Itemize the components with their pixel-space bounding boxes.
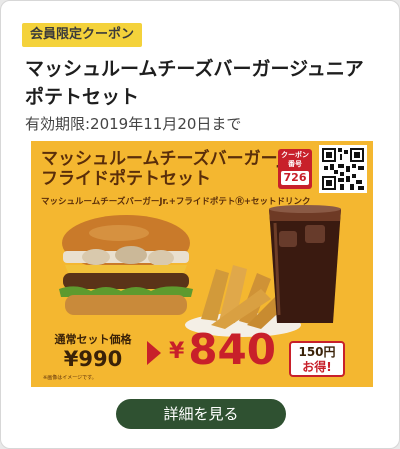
view-details-button[interactable]: 詳細を見る	[116, 399, 286, 429]
savings-word: お得!	[302, 360, 332, 374]
banner-title-line2: フライドポテトセット	[41, 169, 211, 189]
validity-date: 有効期限:2019年11月20日まで	[25, 115, 242, 133]
coupon-title: マッシュルームチーズバーガージュニアポテトセット	[25, 58, 364, 108]
coupon-number-box: クーポン番号 726	[278, 149, 312, 189]
coupon-price-value: 840	[188, 325, 276, 374]
qr-code-icon	[322, 148, 364, 190]
savings-amount: 150円	[298, 345, 336, 359]
drink-image	[269, 205, 341, 323]
members-only-badge: 会員限定クーポン	[22, 23, 143, 47]
burger-image	[59, 215, 193, 315]
normal-price: ¥990	[63, 347, 123, 371]
coupon-banner-image: マッシュルームチーズバーガーJr. フライドポテトセット マッシュルームチーズバ…	[31, 141, 373, 387]
coupon-card: 会員限定クーポン マッシュルームチーズバーガージュニアポテトセット 有効期限:2…	[0, 0, 400, 449]
yen-symbol: ¥	[169, 339, 185, 364]
banner-title-line1: マッシュルームチーズバーガーJr.	[41, 149, 297, 169]
coupon-number: 726	[281, 171, 309, 185]
savings-badge: 150円 お得!	[289, 341, 345, 377]
arrow-right-icon	[147, 341, 161, 365]
image-note: ※画像はイメージです。	[43, 375, 97, 381]
coupon-number-label: クーポン番号	[281, 151, 309, 168]
banner-title: マッシュルームチーズバーガーJr. フライドポテトセット	[41, 149, 311, 189]
qr-code	[319, 145, 367, 193]
normal-price-label: 通常セット価格	[54, 333, 132, 346]
